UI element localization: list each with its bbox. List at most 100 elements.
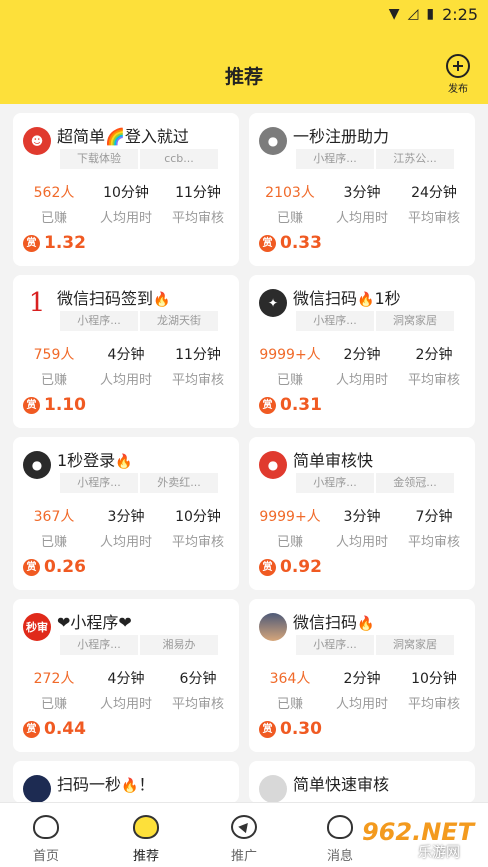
task-tag: 小程序... <box>60 311 138 331</box>
recommend-icon <box>133 815 159 839</box>
reward-amount: 0.92 <box>280 557 322 577</box>
flame-icon: 🔥 <box>357 292 375 308</box>
stat-earned: 272人 已赚 <box>33 671 75 712</box>
task-tag: 小程序... <box>60 635 138 655</box>
tab-home[interactable]: 首页 <box>16 815 76 864</box>
user-avatar-icon: ● <box>23 451 51 479</box>
reward: 赏 0.92 <box>259 557 322 577</box>
user-avatar-icon: ● <box>259 127 287 155</box>
task-tag: 龙湖天街 <box>140 311 218 331</box>
reward: 赏 1.10 <box>23 395 86 415</box>
flame-icon: 🔥 <box>153 292 171 308</box>
reward: 赏 0.33 <box>259 233 322 253</box>
reward-icon: 赏 <box>23 558 40 576</box>
reward-amount: 1.32 <box>44 233 86 253</box>
reward-icon: 赏 <box>23 396 40 414</box>
stat-earned: 562人 已赚 <box>33 185 75 226</box>
status-time: 2:25 <box>442 4 478 24</box>
task-name: 一秒注册助力 <box>293 127 390 146</box>
task-card[interactable]: ● 一秒注册助力 小程序... 江苏公... 2103人 已赚 3分钟 人均用时 2… <box>249 113 475 266</box>
task-name: 简单审核快 <box>293 451 374 470</box>
task-card[interactable]: 微信扫码🔥 小程序... 洞窝家居 364人 已赚 2分钟 人均用时 10分钟 平均审… <box>249 599 475 752</box>
reward-icon: 赏 <box>259 396 276 414</box>
watermark-logo: 962.NET 乐游网 <box>362 818 475 861</box>
flame-icon: 🔥 <box>115 454 133 470</box>
user-avatar-icon <box>259 775 287 803</box>
user-avatar-icon: ● <box>259 451 287 479</box>
reward-amount: 1.10 <box>44 395 86 415</box>
task-tag: 小程序... <box>296 149 374 169</box>
stat-avg-time: 2分钟 人均用时 <box>335 347 388 388</box>
stat-avg-review: 10分钟 平均审核 <box>171 509 224 550</box>
message-icon <box>327 815 353 839</box>
reward-icon: 赏 <box>259 558 276 576</box>
stat-avg-review: 10分钟 平均审核 <box>407 671 460 712</box>
home-icon <box>33 815 59 839</box>
task-tag: 小程序... <box>296 311 374 331</box>
task-tag: ccb... <box>140 149 218 169</box>
task-card[interactable]: 简单快速审核 <box>249 761 475 803</box>
task-name: ❤小程序❤ <box>57 613 132 632</box>
reward: 赏 0.26 <box>23 557 86 577</box>
publish-button[interactable]: 发布 <box>443 54 473 95</box>
flame-icon: 🔥 <box>121 778 139 794</box>
text-avatar-icon: 秒审 <box>23 613 51 641</box>
task-tag: 江苏公... <box>376 149 454 169</box>
task-name: 超简单🌈登入就过 <box>57 127 189 146</box>
task-name: 扫码一秒🔥！ <box>57 775 155 794</box>
stat-earned: 9999+人 已赚 <box>259 509 321 550</box>
reward-amount: 0.30 <box>280 719 322 739</box>
task-card[interactable]: ✦ 微信扫码🔥1秒 小程序... 洞窝家居 9999+人 已赚 2分钟 人均用时 2… <box>249 275 475 428</box>
stat-avg-review: 24分钟 平均审核 <box>407 185 460 226</box>
task-card[interactable]: ● 1秒登录🔥 小程序... 外卖红... 367人 已赚 3分钟 人均用时 10分… <box>13 437 239 590</box>
task-card[interactable]: 秒审 ❤小程序❤ 小程序... 湘易办 272人 已赚 4分钟 人均用时 6分钟 平均… <box>13 599 239 752</box>
flame-icon: 🔥 <box>357 616 375 632</box>
tab-recommend[interactable]: 推荐 <box>116 815 176 864</box>
stat-earned: 2103人 已赚 <box>265 185 315 226</box>
reward: 赏 0.31 <box>259 395 322 415</box>
task-name: 1秒登录🔥 <box>57 451 133 470</box>
reward-amount: 0.33 <box>280 233 322 253</box>
stat-earned: 367人 已赚 <box>33 509 75 550</box>
reward: 赏 1.32 <box>23 233 86 253</box>
stat-avg-time: 3分钟 人均用时 <box>335 185 388 226</box>
task-card[interactable]: ☻ 超简单🌈登入就过 下载体验 ccb... 562人 已赚 10分钟 人均用时 1… <box>13 113 239 266</box>
promote-icon <box>231 815 257 839</box>
stat-avg-time: 3分钟 人均用时 <box>335 509 388 550</box>
stat-avg-review: 11分钟 平均审核 <box>171 347 224 388</box>
task-card[interactable]: ● 简单审核快 小程序... 金领冠... 9999+人 已赚 3分钟 人均用时 7… <box>249 437 475 590</box>
landscape-avatar-icon <box>259 613 287 641</box>
tab-promote[interactable]: 推广 <box>214 815 274 864</box>
task-tag: 洞窝家居 <box>376 635 454 655</box>
stat-avg-time: 4分钟 人均用时 <box>99 347 152 388</box>
reward-icon: 赏 <box>259 720 276 738</box>
task-tag: 湘易办 <box>140 635 218 655</box>
reward-icon: 赏 <box>23 234 40 252</box>
task-tag: 金领冠... <box>376 473 454 493</box>
task-tag: 小程序... <box>296 635 374 655</box>
stat-avg-time: 4分钟 人均用时 <box>99 671 152 712</box>
stat-avg-review: 2分钟 平均审核 <box>407 347 460 388</box>
publish-label: 发布 <box>448 84 468 95</box>
stat-avg-review: 11分钟 平均审核 <box>171 185 224 226</box>
stat-earned: 759人 已赚 <box>33 347 75 388</box>
battery-charging-icon: ▮ <box>426 6 435 22</box>
number-avatar-icon: 1 <box>23 289 51 317</box>
stat-avg-time: 10分钟 人均用时 <box>99 185 152 226</box>
stat-earned: 9999+人 已赚 <box>259 347 321 388</box>
reward-icon: 赏 <box>23 720 40 738</box>
task-card[interactable]: 扫码一秒🔥！ <box>13 761 239 803</box>
task-tag: 小程序... <box>60 473 138 493</box>
wifi-icon: ▼ <box>388 6 400 22</box>
stat-avg-review: 6分钟 平均审核 <box>171 671 224 712</box>
task-tag: 外卖红... <box>140 473 218 493</box>
task-card[interactable]: 1 微信扫码签到🔥 小程序... 龙湖天街 759人 已赚 4分钟 人均用时 11分… <box>13 275 239 428</box>
task-name: 微信扫码🔥 <box>293 613 375 632</box>
stat-avg-time: 3分钟 人均用时 <box>99 509 152 550</box>
cartoon-avatar-icon: ☻ <box>23 127 51 155</box>
task-name: 微信扫码🔥1秒 <box>293 289 401 308</box>
stat-avg-time: 2分钟 人均用时 <box>335 671 388 712</box>
logo-avatar-icon: ✦ <box>259 289 287 317</box>
reward: 赏 0.30 <box>259 719 322 739</box>
reward-icon: 赏 <box>259 234 276 252</box>
